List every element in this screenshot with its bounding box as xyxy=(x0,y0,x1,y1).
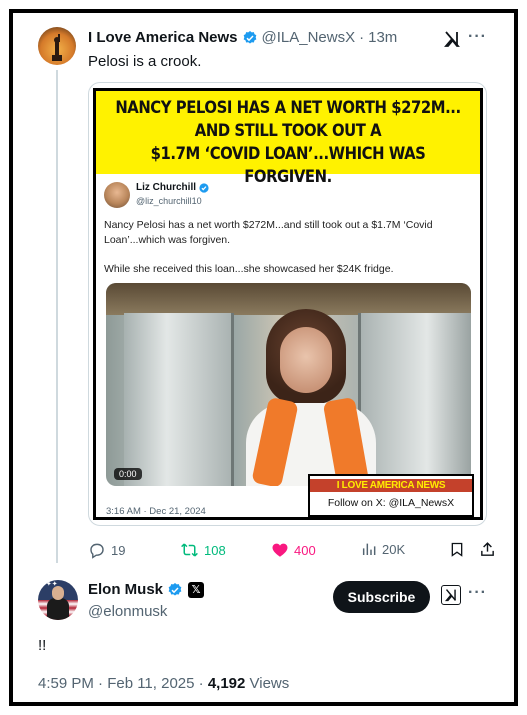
like-count: 400 xyxy=(294,542,316,558)
reply-icon xyxy=(90,543,104,559)
quoted-name-row: Liz Churchill xyxy=(136,182,209,193)
grok-icon[interactable] xyxy=(441,585,461,605)
views-icon xyxy=(362,543,376,555)
quoted-date: 3:16 AM · Dec 21, 2024 xyxy=(106,506,206,517)
x-affiliate-badge-icon: 𝕏 xyxy=(188,581,205,598)
headline-line-2: AND STILL TOOK OUT A xyxy=(194,121,382,140)
watermark-box: I LOVE AMERICA NEWS Follow on X: @ILA_Ne… xyxy=(308,474,474,517)
display-name[interactable]: Elon Musk xyxy=(88,581,163,598)
avatar-body xyxy=(47,598,69,620)
thread-line xyxy=(56,70,58,563)
verified-badge-icon xyxy=(243,30,256,44)
video-person xyxy=(246,307,376,486)
handle[interactable]: @ILA_NewsX xyxy=(262,29,356,46)
verified-badge-icon xyxy=(168,582,182,596)
tweet-actions: 19 108 400 20K xyxy=(88,541,498,561)
subscribe-button[interactable]: Subscribe xyxy=(333,581,430,613)
quoted-verified-badge-icon xyxy=(199,182,209,193)
post-timestamp[interactable]: 4:59 PM · Feb 11, 2025 · xyxy=(38,675,208,692)
reply-button[interactable]: 19 xyxy=(88,541,125,559)
tweet-header: I Love America News @ILA_NewsX · 13m xyxy=(88,29,397,46)
views-button[interactable]: 20K xyxy=(361,541,405,557)
quoted-paragraph-1: Nancy Pelosi has a net worth $272M...and… xyxy=(104,219,433,246)
share-button[interactable] xyxy=(479,541,501,558)
quoted-name: Liz Churchill xyxy=(136,182,196,193)
quoted-handle: @liz_churchill10 xyxy=(136,196,202,206)
handle[interactable]: @elonmusk xyxy=(88,603,167,620)
separator-dot: · xyxy=(359,29,365,46)
headline-line-1: NANCY PELOSI HAS A NET WORTH $272M... xyxy=(115,98,461,117)
display-name[interactable]: I Love America News xyxy=(88,29,238,46)
quoted-avatar xyxy=(104,182,130,208)
screenshot-frame: I Love America News @ILA_NewsX · 13m ···… xyxy=(9,9,518,706)
more-icon[interactable]: ··· xyxy=(468,584,487,602)
like-button[interactable]: 400 xyxy=(271,541,316,559)
views-count: 4,192 xyxy=(207,675,246,692)
video-time: 0:00 xyxy=(114,468,142,480)
bookmark-button[interactable] xyxy=(449,541,470,558)
watermark-title: I LOVE AMERICA NEWS xyxy=(310,479,472,492)
views-label: Views xyxy=(245,675,290,692)
tweet-text: !! xyxy=(38,637,47,654)
statue-of-liberty-icon xyxy=(52,34,62,61)
tweet-text: Pelosi is a crook. xyxy=(88,53,202,70)
heart-icon xyxy=(272,543,288,557)
retweet-button[interactable]: 108 xyxy=(180,541,226,559)
more-icon[interactable]: ··· xyxy=(468,28,487,46)
avatar[interactable]: ✦✦✦ xyxy=(38,580,78,620)
bookmark-icon xyxy=(451,542,463,557)
flag-stars: ✦✦✦ xyxy=(40,581,58,588)
tweet-header: Elon Musk 𝕏 xyxy=(88,581,205,598)
avatar-head xyxy=(52,586,64,600)
timestamp[interactable]: 13m xyxy=(368,29,397,46)
watermark-subtitle: Follow on X: @ILA_NewsX xyxy=(327,497,455,509)
meme-headline: NANCY PELOSI HAS A NET WORTH $272M... AN… xyxy=(96,91,480,186)
retweet-count: 108 xyxy=(204,542,226,558)
quoted-text: Nancy Pelosi has a net worth $272M...and… xyxy=(104,218,466,277)
video-fridge-left xyxy=(124,313,234,486)
views-count: 20K xyxy=(382,541,406,557)
tweet-media[interactable]: NANCY PELOSI HAS A NET WORTH $272M... AN… xyxy=(88,82,487,526)
avatar[interactable] xyxy=(38,27,76,65)
meme-image: NANCY PELOSI HAS A NET WORTH $272M... AN… xyxy=(93,88,483,520)
reply-count: 19 xyxy=(111,542,126,558)
tweet-metadata: 4:59 PM · Feb 11, 2025 · 4,192 Views xyxy=(38,675,289,692)
retweet-icon xyxy=(181,543,198,557)
quoted-video-thumbnail: 0:00 xyxy=(106,283,471,486)
share-icon xyxy=(481,542,494,556)
grok-icon[interactable] xyxy=(443,30,461,48)
tweet-ila-news[interactable]: I Love America News @ILA_NewsX · 13m ···… xyxy=(13,13,514,568)
quoted-paragraph-2: While she received this loan...she showc… xyxy=(104,263,394,275)
